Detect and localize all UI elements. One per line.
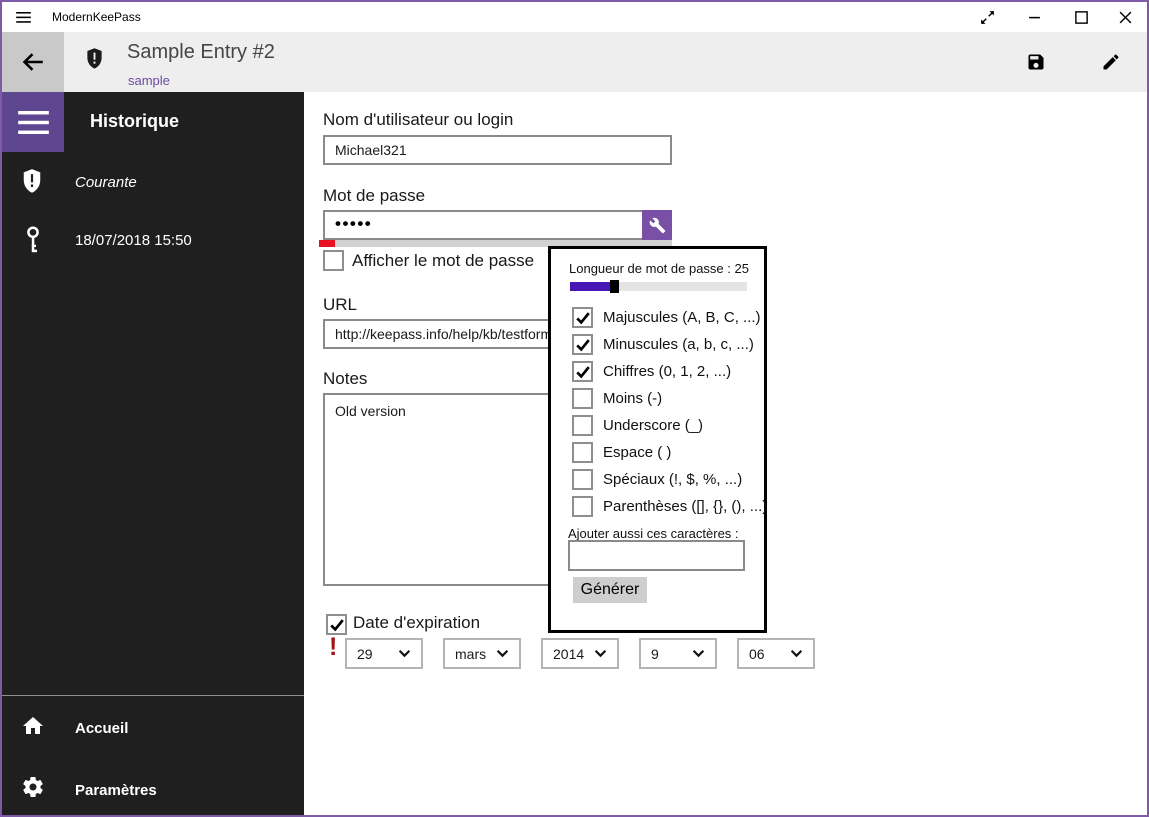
- chevron-down-icon: [496, 650, 509, 658]
- space-checkbox[interactable]: [572, 442, 593, 463]
- generate-button[interactable]: Générer: [573, 577, 647, 603]
- password-generator-button[interactable]: [642, 210, 672, 240]
- expiration-checkbox[interactable]: [326, 614, 347, 635]
- entry-title: Sample Entry #2: [127, 41, 275, 63]
- hour-value: 9: [651, 645, 659, 662]
- save-icon[interactable]: [1026, 52, 1046, 72]
- month-dropdown[interactable]: mars: [443, 638, 521, 669]
- custom-chars-input[interactable]: [570, 542, 743, 569]
- close-icon[interactable]: [1103, 2, 1147, 32]
- maximize-icon[interactable]: [1059, 2, 1103, 32]
- underscore-checkbox[interactable]: [572, 415, 593, 436]
- app-title: ModernKeePass: [52, 10, 141, 24]
- password-generator-popup: Longueur de mot de passe : 25 Majuscules…: [548, 246, 767, 633]
- year-value: 2014: [553, 645, 585, 662]
- minus-checkbox[interactable]: [572, 388, 593, 409]
- special-checkbox[interactable]: [572, 469, 593, 490]
- shield-exclamation-icon: [21, 168, 43, 194]
- day-dropdown[interactable]: 29: [345, 638, 423, 669]
- titlebar: ModernKeePass: [2, 2, 1147, 32]
- uppercase-checkbox[interactable]: [572, 307, 593, 328]
- length-slider-fill: [570, 282, 610, 291]
- resize-diagonal-icon[interactable]: [965, 2, 1009, 32]
- brackets-checkbox[interactable]: [572, 496, 593, 517]
- gear-icon: [21, 775, 45, 799]
- length-label: Longueur de mot de passe : 25: [569, 261, 749, 276]
- username-label: Nom d'utilisateur ou login: [323, 110, 514, 129]
- wrench-icon: [649, 217, 665, 233]
- back-arrow-icon: [22, 53, 43, 71]
- chevron-down-icon: [790, 650, 803, 658]
- notes-label: Notes: [323, 369, 368, 388]
- checkmark-icon: [575, 311, 590, 324]
- sidebar-divider: [2, 695, 304, 696]
- uppercase-label: Majuscules (A, B, C, ...): [603, 309, 761, 326]
- show-password-checkbox[interactable]: [323, 250, 344, 271]
- shield-exclamation-icon: [85, 47, 104, 70]
- length-slider[interactable]: [570, 280, 747, 293]
- expiration-warning: !: [329, 633, 338, 661]
- minute-dropdown[interactable]: 06: [737, 638, 815, 669]
- month-value: mars: [455, 645, 487, 662]
- entry-form: Nom d'utilisateur ou login Mot de passe …: [304, 92, 1147, 815]
- option-row: Moins (-): [572, 388, 662, 409]
- chevron-down-icon: [398, 650, 411, 658]
- brackets-label: Parenthèses ([], {}, (), ...): [603, 498, 768, 515]
- chevron-down-icon: [692, 650, 705, 658]
- option-row: Chiffres (0, 1, 2, ...): [572, 361, 731, 382]
- sidebar-item-settings[interactable]: Paramètres: [75, 782, 157, 799]
- year-dropdown[interactable]: 2014: [541, 638, 619, 669]
- nav-menu-button[interactable]: [2, 92, 64, 152]
- hour-dropdown[interactable]: 9: [639, 638, 717, 669]
- digits-label: Chiffres (0, 1, 2, ...): [603, 363, 732, 380]
- option-row: Parenthèses ([], {}, (), ...): [572, 496, 767, 517]
- sidebar-item-history-entry[interactable]: 18/07/2018 15:50: [75, 232, 192, 249]
- sidebar-item-home[interactable]: Accueil: [75, 720, 128, 737]
- pencil-icon[interactable]: [1101, 52, 1121, 72]
- lowercase-label: Minuscules (a, b, c, ...): [603, 336, 754, 353]
- username-field-box: [323, 135, 672, 165]
- minimize-icon[interactable]: [1012, 2, 1056, 32]
- length-slider-handle[interactable]: [610, 280, 619, 293]
- day-value: 29: [357, 645, 373, 662]
- entry-header: Sample Entry #2 sample: [2, 32, 1147, 92]
- password-input[interactable]: •••••: [335, 212, 372, 238]
- option-row: Minuscules (a, b, c, ...): [572, 334, 754, 355]
- expiration-label: Date d'expiration: [353, 613, 481, 632]
- sidebar-section-title: Historique: [90, 111, 180, 131]
- password-label: Mot de passe: [323, 186, 426, 205]
- option-row: Espace ( ): [572, 442, 671, 463]
- custom-chars-box: [568, 540, 745, 571]
- checkmark-icon: [329, 618, 344, 631]
- sidebar: Historique Courante 18/07/2018 15:50 Acc…: [2, 92, 304, 815]
- option-row: Majuscules (A, B, C, ...): [572, 307, 761, 328]
- key-icon: [26, 226, 40, 254]
- database-name[interactable]: sample: [128, 73, 170, 88]
- show-password-label: Afficher le mot de passe: [352, 251, 535, 270]
- minus-label: Moins (-): [603, 390, 663, 407]
- back-button[interactable]: [2, 32, 64, 92]
- underscore-label: Underscore (_): [603, 417, 704, 434]
- username-input[interactable]: [325, 137, 670, 163]
- url-label: URL: [323, 295, 358, 314]
- chevron-down-icon: [594, 650, 607, 658]
- password-strength-fill: [319, 240, 335, 247]
- password-field-box: •••••: [323, 210, 672, 240]
- minute-value: 06: [749, 645, 765, 662]
- special-label: Spéciaux (!, $, %, ...): [603, 471, 743, 488]
- app-window: ModernKeePass Sample Entry #2 sample His…: [0, 0, 1149, 817]
- home-icon: [21, 714, 45, 738]
- custom-chars-label: Ajouter aussi ces caractères :: [568, 526, 739, 541]
- sidebar-item-current[interactable]: Courante: [75, 174, 137, 191]
- menu-icon: [17, 110, 49, 134]
- lowercase-checkbox[interactable]: [572, 334, 593, 355]
- menu-icon[interactable]: [16, 12, 31, 23]
- digits-checkbox[interactable]: [572, 361, 593, 382]
- checkmark-icon: [575, 365, 590, 378]
- space-label: Espace ( ): [603, 444, 672, 461]
- checkmark-icon: [575, 338, 590, 351]
- option-row: Underscore (_): [572, 415, 703, 436]
- option-row: Spéciaux (!, $, %, ...): [572, 469, 742, 490]
